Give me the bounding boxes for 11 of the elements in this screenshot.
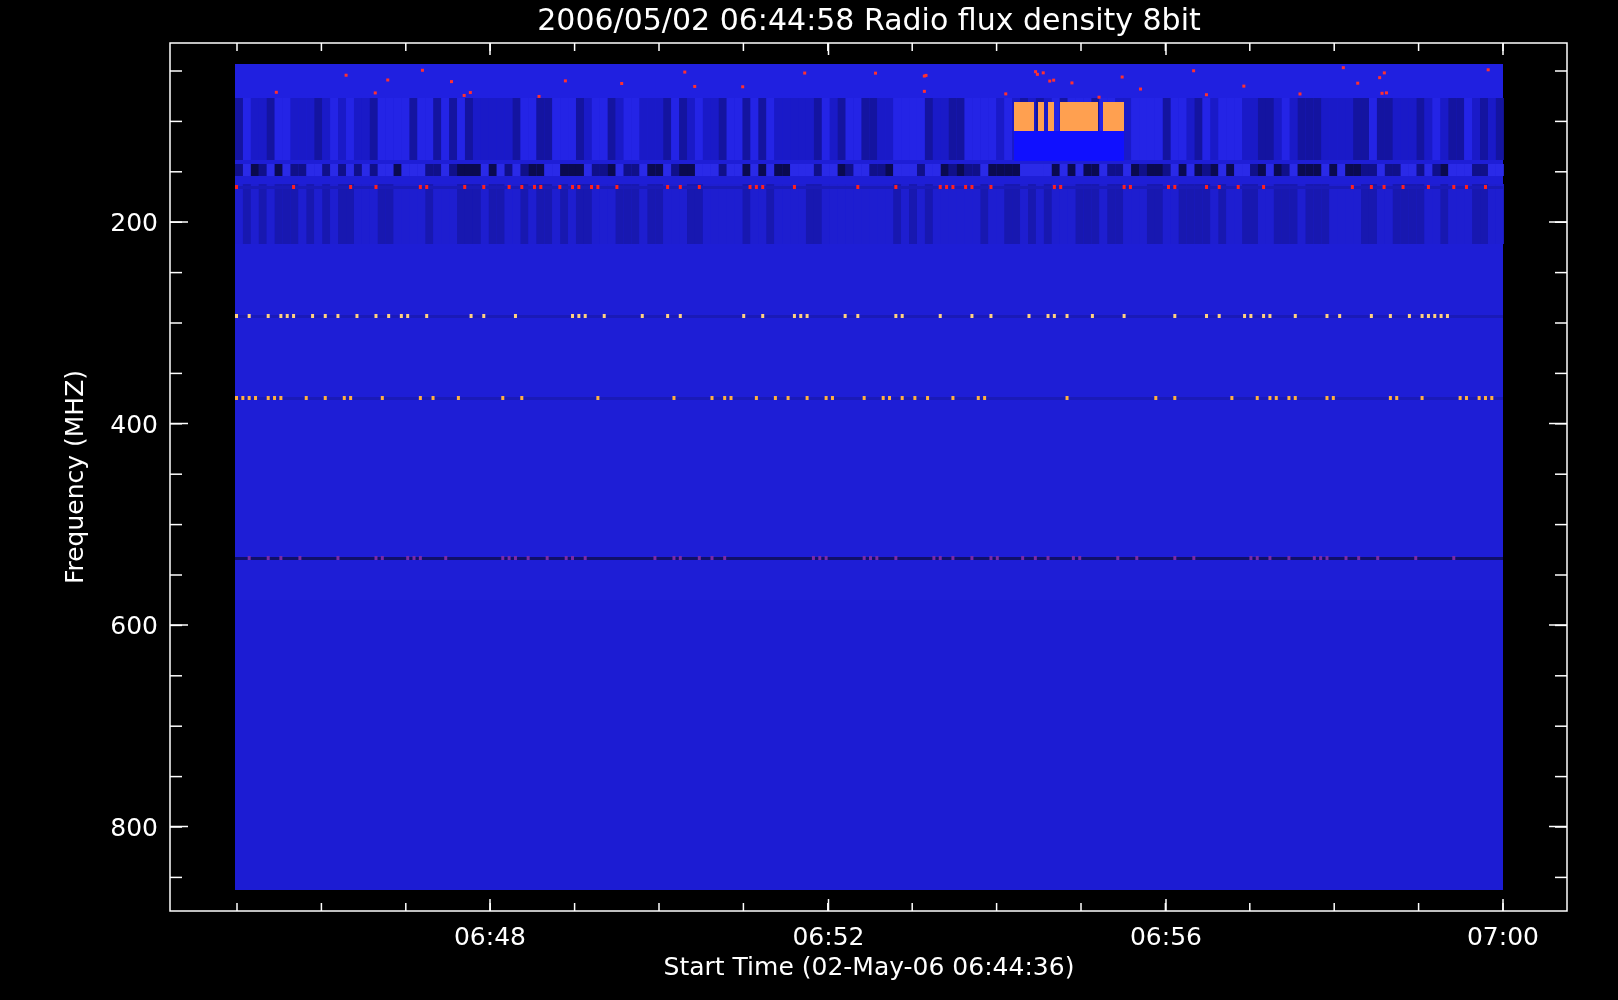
chart-title: 2006/05/02 06:44:58 Radio flux density 8bit — [537, 2, 1201, 37]
tick-label: 06:52 — [792, 922, 865, 951]
tick-label: 06:56 — [1130, 922, 1202, 951]
axis-label: Start Time (02-May-06 06:44:36) — [663, 952, 1075, 981]
tick-label: 06:48 — [454, 922, 526, 951]
tick-label: 800 — [110, 812, 158, 842]
axis-label: Frequency (MHZ) — [60, 369, 89, 585]
tick-label: 600 — [110, 611, 158, 640]
tick-label: 07:00 — [1467, 922, 1539, 951]
tick-label: 200 — [110, 208, 158, 237]
tick-label: 400 — [110, 409, 158, 439]
